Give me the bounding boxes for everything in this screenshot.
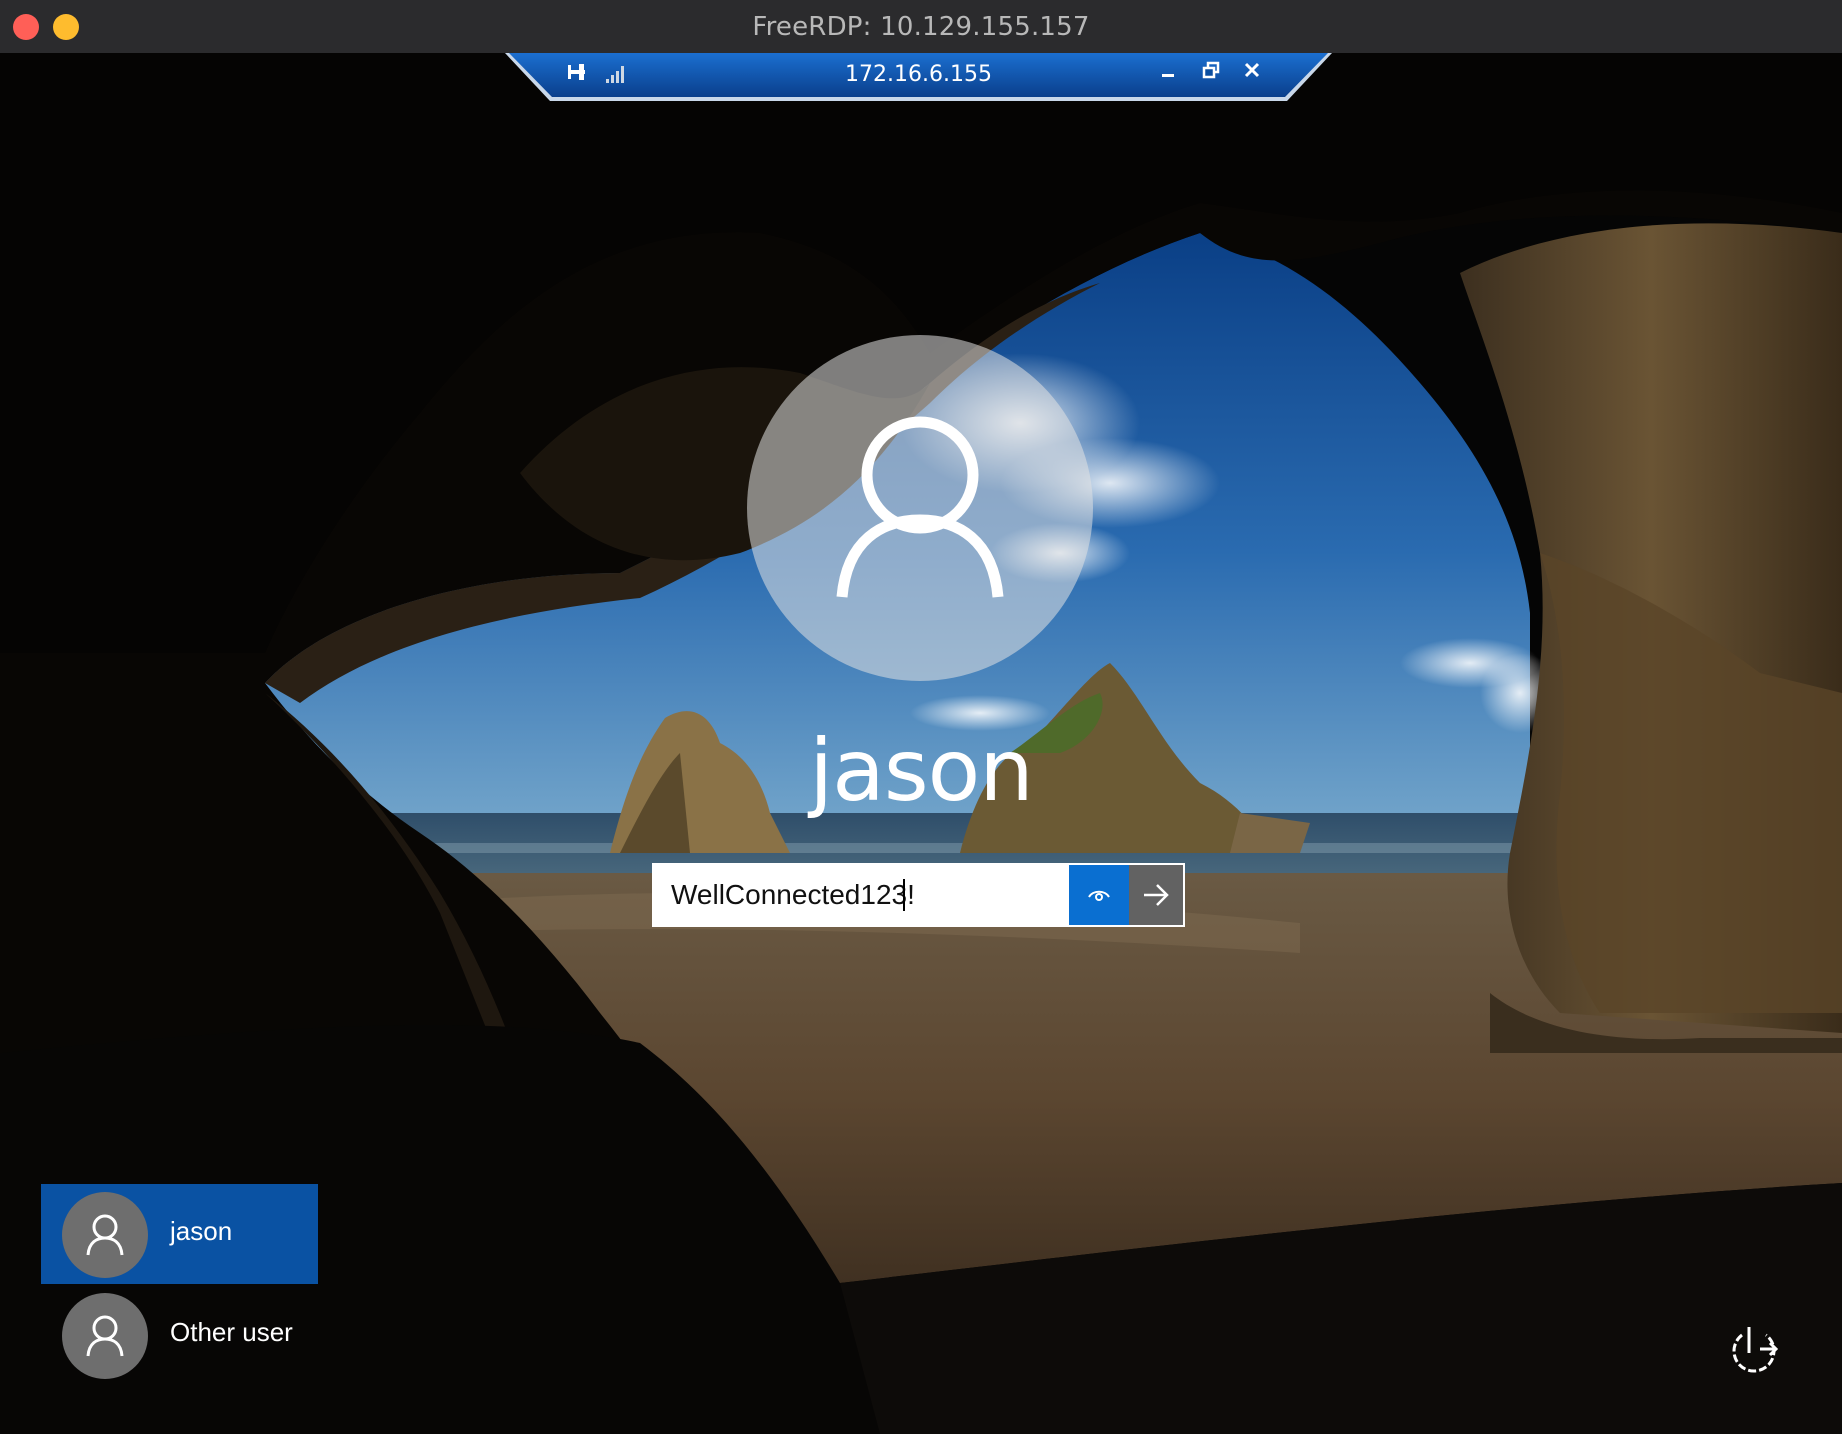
reveal-password-button[interactable] <box>1069 865 1129 925</box>
submit-button[interactable] <box>1129 865 1183 925</box>
eye-icon <box>1088 890 1110 901</box>
user-tile-label: Other user <box>170 1317 293 1347</box>
rdp-connection-bar: 172.16.6.155 <box>505 53 1332 101</box>
power-options-icon <box>1732 1327 1779 1373</box>
user-icon <box>86 1214 124 1256</box>
user-avatar <box>747 335 1093 681</box>
arrow-right-icon <box>1144 884 1169 906</box>
rdp-minimize-button[interactable] <box>1159 61 1189 89</box>
user-tile-label: jason <box>170 1216 233 1246</box>
restore-icon <box>1202 61 1220 79</box>
user-icon <box>836 416 1004 598</box>
power-options-button[interactable] <box>1722 1323 1784 1379</box>
login-username: jason <box>809 721 1034 821</box>
freerdp-window: FreeRDP: 10.129.155.157 172.16.6.155 jas… <box>0 0 1842 1434</box>
close-icon <box>1244 62 1260 78</box>
user-icon <box>86 1315 124 1357</box>
rdp-restore-button[interactable] <box>1201 61 1231 89</box>
user-tile-jason[interactable]: jason <box>41 1184 318 1284</box>
remote-desktop-screen[interactable]: 172.16.6.155 jason WellConnected123! jas… <box>0 53 1842 1434</box>
password-input[interactable] <box>654 865 1068 925</box>
password-field-group <box>652 863 1185 927</box>
user-tile-other-user[interactable]: Other user <box>41 1285 318 1385</box>
minimize-icon <box>1162 74 1174 77</box>
window-titlebar: FreeRDP: 10.129.155.157 <box>0 0 1842 54</box>
user-tile-avatar <box>62 1192 148 1278</box>
text-caret <box>903 879 905 911</box>
rdp-close-button[interactable] <box>1243 61 1273 89</box>
window-title: FreeRDP: 10.129.155.157 <box>752 12 1090 42</box>
user-tile-avatar <box>62 1293 148 1379</box>
